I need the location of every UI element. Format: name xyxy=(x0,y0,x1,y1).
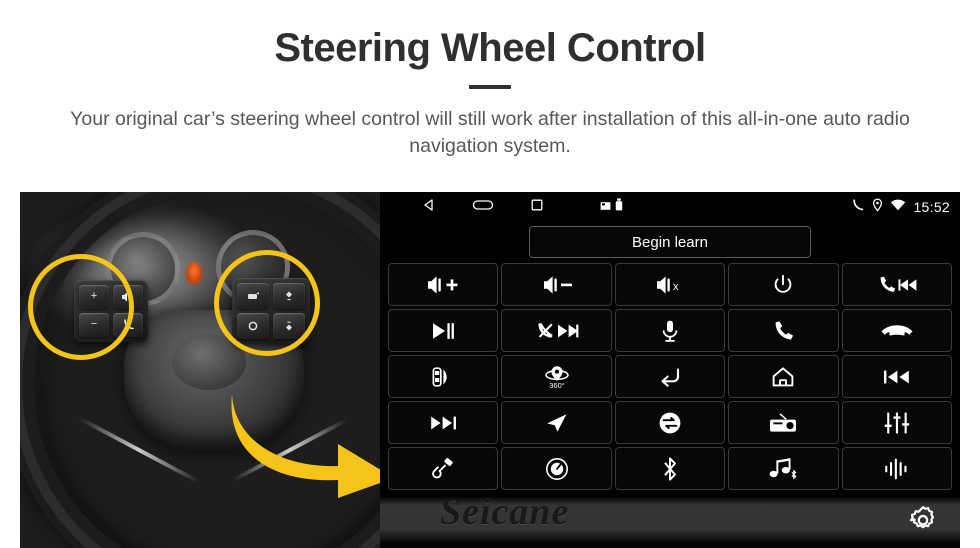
phone-answer-icon xyxy=(775,320,794,340)
recents-icon[interactable] xyxy=(530,198,544,217)
bluetooth-button[interactable] xyxy=(614,447,726,490)
parking-sensor-button[interactable] xyxy=(388,355,499,398)
equalizer-icon xyxy=(884,412,909,433)
swc-button-grid: x 360° xyxy=(380,261,960,490)
phone-icon xyxy=(851,198,865,217)
bluetooth-icon xyxy=(664,456,676,481)
play-pause-button[interactable] xyxy=(388,309,499,352)
voice-wave-button[interactable] xyxy=(841,447,952,490)
camera-360-label: 360° xyxy=(549,381,565,390)
camera-360-icon: 360° xyxy=(544,365,569,390)
yellow-curved-arrow xyxy=(228,388,380,498)
settings-gear-button[interactable] xyxy=(900,498,946,544)
camera-360-button[interactable]: 360° xyxy=(501,355,612,398)
phone-previous-icon xyxy=(880,276,917,292)
power-icon xyxy=(775,274,792,293)
status-time: 15:52 xyxy=(913,199,950,215)
dial-knob-icon xyxy=(545,457,568,480)
radio-button[interactable] xyxy=(728,401,839,444)
next-track-icon xyxy=(431,416,457,429)
begin-learn-button[interactable]: Begin learn xyxy=(529,226,811,258)
page-subtitle: Your original car’s steering wheel contr… xyxy=(70,107,910,158)
dial-knob-button[interactable] xyxy=(501,447,612,490)
end-call-button[interactable] xyxy=(841,309,952,352)
car-radar-icon xyxy=(432,366,447,387)
seicane-watermark: Seicane xyxy=(440,491,570,533)
bluetooth-music-button[interactable] xyxy=(728,447,839,490)
right-control-cluster-highlight xyxy=(214,250,320,356)
house-icon xyxy=(773,366,794,386)
previous-track-button[interactable] xyxy=(841,355,952,398)
usb-cable-icon xyxy=(432,457,453,478)
volume-up-button[interactable] xyxy=(388,263,499,306)
begin-learn-row: Begin learn xyxy=(380,222,960,261)
navigation-arrow-icon xyxy=(546,413,566,432)
steering-wheel-photo: + − xyxy=(20,192,380,548)
volume-up-icon xyxy=(428,275,458,294)
bluetooth-music-icon xyxy=(769,457,797,480)
usb-icon xyxy=(615,198,623,216)
call-prev-button[interactable] xyxy=(841,263,952,306)
navigation-bar xyxy=(422,198,623,217)
answer-call-button[interactable] xyxy=(728,309,839,352)
home-icon[interactable] xyxy=(472,198,494,217)
left-control-cluster-highlight xyxy=(28,254,134,360)
mute-next-icon xyxy=(537,322,578,338)
next-track-button[interactable] xyxy=(388,401,499,444)
navigation-button[interactable] xyxy=(501,401,612,444)
source-switch-icon xyxy=(659,412,681,433)
wifi-icon xyxy=(890,198,906,216)
phone-hangup-icon xyxy=(881,324,913,336)
location-icon xyxy=(872,198,883,217)
sd-card-icon xyxy=(600,198,611,216)
source-switch-button[interactable] xyxy=(614,401,726,444)
play-pause-icon xyxy=(433,322,455,339)
volume-down-icon xyxy=(543,275,572,294)
equalizer-button[interactable] xyxy=(841,401,952,444)
page-title: Steering Wheel Control xyxy=(274,26,706,70)
volume-down-button[interactable] xyxy=(501,263,612,306)
voice-wave-icon xyxy=(884,458,907,479)
volume-mute-icon: x xyxy=(656,275,679,294)
head-unit-screen: 15:52 Begin learn x 360° Seicane xyxy=(380,192,960,548)
microphone-icon xyxy=(662,320,678,342)
power-button[interactable] xyxy=(728,263,839,306)
radio-icon xyxy=(770,412,797,432)
gear-icon xyxy=(909,506,935,529)
back-icon[interactable] xyxy=(422,198,436,217)
tray-icons xyxy=(600,198,623,216)
usb-button[interactable] xyxy=(388,447,499,490)
status-indicators: 15:52 xyxy=(851,198,950,217)
microphone-button[interactable] xyxy=(614,309,726,352)
android-status-bar: 15:52 xyxy=(380,192,960,222)
svg-text:x: x xyxy=(673,281,679,293)
previous-track-icon xyxy=(883,370,909,383)
home-button[interactable] xyxy=(728,355,839,398)
content-strip: + − 15:52 Begin learn x 360° Seicane xyxy=(20,192,960,548)
back-button[interactable] xyxy=(614,355,726,398)
page-header: Steering Wheel Control Your original car… xyxy=(0,0,980,161)
back-arrow-icon xyxy=(661,367,680,387)
mute-button[interactable]: x xyxy=(614,263,726,306)
mute-next-button[interactable] xyxy=(501,309,612,352)
title-divider xyxy=(469,84,511,89)
